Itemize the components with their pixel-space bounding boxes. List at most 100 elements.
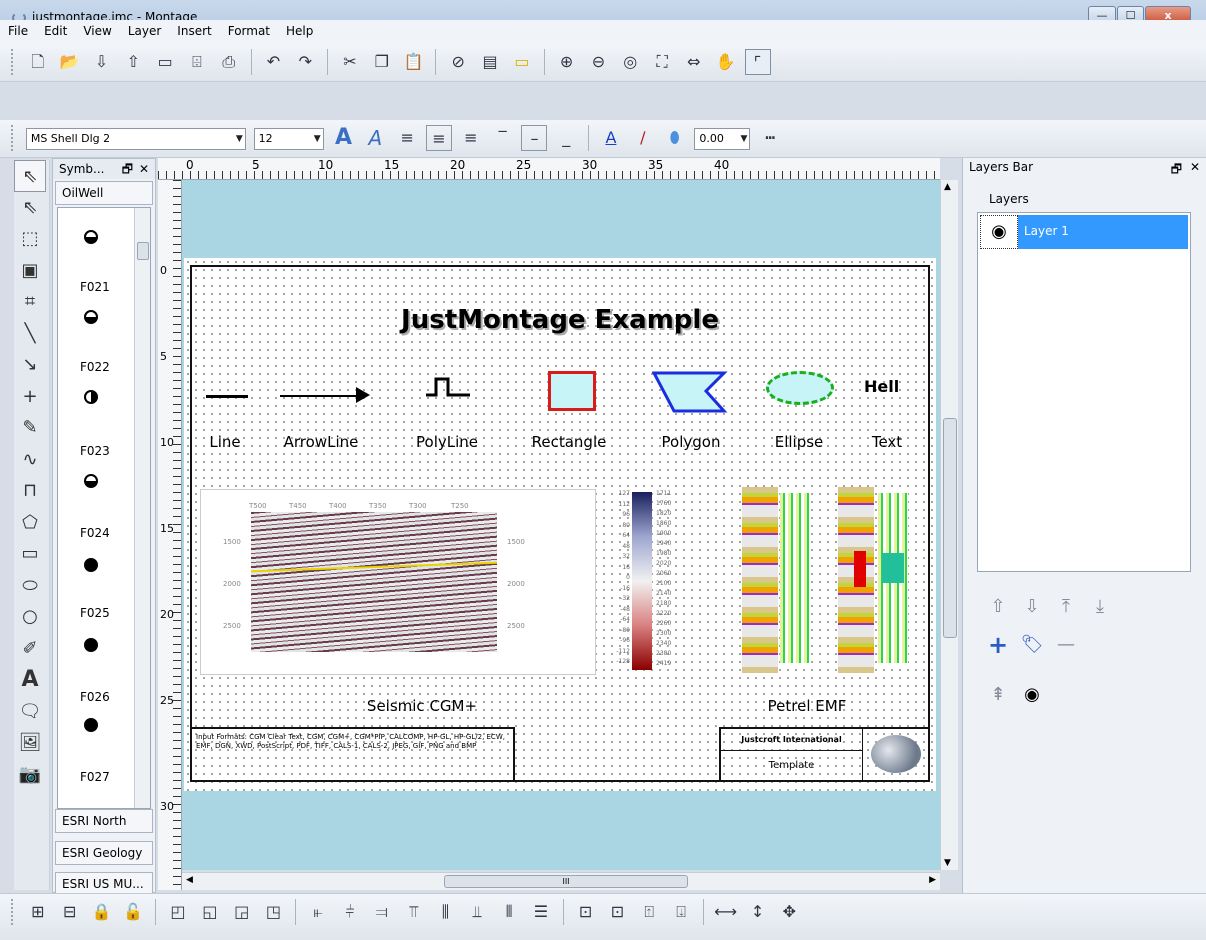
menu-layer[interactable]: Layer bbox=[120, 20, 169, 42]
add-layer-icon[interactable]: + bbox=[985, 632, 1011, 658]
send-backward-icon[interactable]: ◳ bbox=[260, 899, 286, 925]
align-bottom-icon[interactable]: _ bbox=[553, 125, 579, 151]
arrow-tool-icon[interactable]: ↘ bbox=[14, 349, 46, 381]
text-sample[interactable]: Hell bbox=[864, 377, 899, 396]
rectangle-shape[interactable] bbox=[548, 371, 596, 411]
vertical-scrollbar[interactable]: ▲ ▼ bbox=[940, 180, 958, 870]
shrink-font-icon[interactable]: A bbox=[362, 125, 388, 151]
polygon-shape[interactable] bbox=[652, 371, 728, 413]
float-icon[interactable]: 🗗 bbox=[1171, 160, 1182, 181]
align-right-edge-icon[interactable]: ⫤ bbox=[369, 899, 395, 925]
distribute-vertical-icon[interactable]: ☰ bbox=[528, 899, 554, 925]
camera-tool-icon[interactable]: 📷 bbox=[14, 759, 46, 791]
symbol-tab-esri-geology[interactable]: ESRI Geology bbox=[55, 841, 153, 865]
scroll-up-icon[interactable]: ▲ bbox=[944, 182, 951, 192]
presentation-icon[interactable]: ⌹ bbox=[184, 49, 210, 75]
group-icon[interactable]: ▣ bbox=[14, 255, 46, 287]
scroll-thumb[interactable] bbox=[137, 242, 149, 260]
scroll-thumb[interactable] bbox=[943, 418, 957, 638]
symbol-glyph[interactable] bbox=[84, 638, 98, 652]
symbol-glyph[interactable] bbox=[84, 558, 98, 572]
distribute-horizontal-icon[interactable]: ⫴ bbox=[496, 899, 522, 925]
same-height-icon[interactable]: ↕ bbox=[745, 899, 771, 925]
stop-icon[interactable]: ⊘ bbox=[445, 49, 471, 75]
same-size-icon[interactable]: ✥ bbox=[776, 899, 802, 925]
move-up-icon[interactable]: ⇧ bbox=[985, 594, 1011, 620]
petrel-well-panel[interactable] bbox=[732, 487, 910, 675]
crop-icon[interactable]: ⌗ bbox=[14, 286, 46, 318]
symbol-glyph[interactable] bbox=[84, 390, 98, 404]
eye-icon[interactable]: ◉ bbox=[980, 215, 1018, 249]
font-family-select[interactable]: MS Shell Dlg 2 ▼ bbox=[25, 128, 246, 150]
print-icon[interactable]: ⎙ bbox=[216, 49, 242, 75]
close-icon[interactable]: ✕ bbox=[1190, 160, 1200, 174]
symbol-glyph[interactable] bbox=[84, 474, 98, 488]
layer-properties-icon[interactable]: ⇞ bbox=[985, 682, 1011, 708]
align-right-icon[interactable]: ≡ bbox=[458, 125, 484, 151]
pan-hand-icon[interactable]: ✋ bbox=[713, 49, 739, 75]
zoom-area-icon[interactable]: ◎ bbox=[617, 49, 643, 75]
display-icon[interactable]: ▭ bbox=[152, 49, 178, 75]
undo-icon[interactable]: ↶ bbox=[260, 49, 286, 75]
align-bottom-edge-icon[interactable]: ⫫ bbox=[464, 899, 490, 925]
menu-insert[interactable]: Insert bbox=[169, 20, 219, 42]
cross-tool-icon[interactable]: + bbox=[14, 381, 46, 413]
grow-font-icon[interactable]: A bbox=[330, 125, 356, 151]
same-width-icon[interactable]: ⟷ bbox=[713, 899, 739, 925]
layers-list[interactable]: ◉ Layer 1 bbox=[977, 212, 1191, 572]
zoom-out-icon[interactable]: ⊖ bbox=[585, 49, 611, 75]
ruler-toggle-icon[interactable]: ⌜ bbox=[744, 49, 771, 75]
center-horizontal-icon[interactable]: ⊡ bbox=[573, 899, 599, 925]
menu-view[interactable]: View bbox=[75, 20, 119, 42]
send-back-icon[interactable]: ◱ bbox=[197, 899, 223, 925]
align-hcenter-icon[interactable]: ⫩ bbox=[337, 899, 363, 925]
group-objects-icon[interactable]: ⊞ bbox=[25, 899, 51, 925]
redo-icon[interactable]: ↷ bbox=[292, 49, 318, 75]
line-width-select[interactable]: 0.00 ▼ bbox=[694, 128, 751, 150]
align-top-icon[interactable]: ‾ bbox=[490, 125, 516, 151]
transform-icon[interactable]: ⬚ bbox=[14, 223, 46, 255]
bring-forward-icon[interactable]: ◲ bbox=[229, 899, 255, 925]
symbol-tab-esri-north[interactable]: ESRI North bbox=[55, 809, 153, 833]
float-icon[interactable]: 🗗 bbox=[122, 159, 133, 179]
image-tool-icon[interactable]: 🖼 bbox=[14, 727, 46, 759]
symbol-tab-oilwell[interactable]: OilWell bbox=[55, 181, 153, 205]
visibility-eye-icon[interactable]: ◉ bbox=[1019, 682, 1045, 708]
node-select-icon[interactable]: ⇖ bbox=[14, 192, 46, 224]
layer-row[interactable]: ◉ Layer 1 bbox=[980, 215, 1188, 249]
menu-edit[interactable]: Edit bbox=[36, 20, 75, 42]
polyline-tool-icon[interactable]: ⊓ bbox=[14, 475, 46, 507]
scroll-down-icon[interactable]: ▼ bbox=[944, 858, 951, 868]
zoom-in-icon[interactable]: ⊕ bbox=[554, 49, 580, 75]
layer-name[interactable]: Layer 1 bbox=[1024, 224, 1069, 238]
seismic-image[interactable]: T500 T450 T400 T350 T300 T250 1500 2000 … bbox=[200, 489, 596, 675]
text-tool-icon[interactable]: A bbox=[14, 664, 46, 696]
move-bottom-icon[interactable]: ⤓ bbox=[1087, 594, 1113, 620]
lock-icon[interactable]: 🔒 bbox=[88, 899, 114, 925]
pencil-tool-icon[interactable]: ✎ bbox=[14, 412, 46, 444]
page-top-icon[interactable]: ⍐ bbox=[636, 899, 662, 925]
curve-tool-icon[interactable]: ∿ bbox=[14, 444, 46, 476]
paste-icon[interactable]: 📋 bbox=[401, 49, 427, 75]
align-vcenter-icon[interactable]: ⫼ bbox=[432, 899, 458, 925]
copy-icon[interactable]: ❐ bbox=[369, 49, 395, 75]
rectangle-tool-icon[interactable]: ▭ bbox=[14, 538, 46, 570]
line-style-icon[interactable]: ┅ bbox=[757, 125, 783, 151]
align-middle-icon[interactable]: – bbox=[521, 125, 548, 151]
symbol-glyph[interactable] bbox=[84, 310, 98, 324]
open-icon[interactable]: 📂 bbox=[57, 49, 83, 75]
align-top-edge-icon[interactable]: ⫪ bbox=[401, 899, 427, 925]
page-title[interactable]: JustMontage Example bbox=[192, 305, 928, 335]
menu-format[interactable]: Format bbox=[220, 20, 278, 42]
scroll-left-icon[interactable]: ◀ bbox=[186, 875, 193, 885]
polygon-tool-icon[interactable]: ⬠ bbox=[14, 507, 46, 539]
rename-layer-icon[interactable]: 🏷 bbox=[1019, 632, 1045, 658]
ellipse-shape[interactable] bbox=[766, 371, 834, 405]
page-bottom-icon[interactable]: ⍗ bbox=[668, 899, 694, 925]
close-icon[interactable]: ✕ bbox=[139, 159, 149, 179]
symbol-glyph[interactable] bbox=[84, 230, 98, 244]
menu-help[interactable]: Help bbox=[278, 20, 321, 42]
align-center-icon[interactable]: ≡ bbox=[425, 125, 452, 151]
remove-layer-icon[interactable]: — bbox=[1053, 632, 1079, 658]
fit-page-icon[interactable]: ⛶ bbox=[649, 49, 675, 75]
